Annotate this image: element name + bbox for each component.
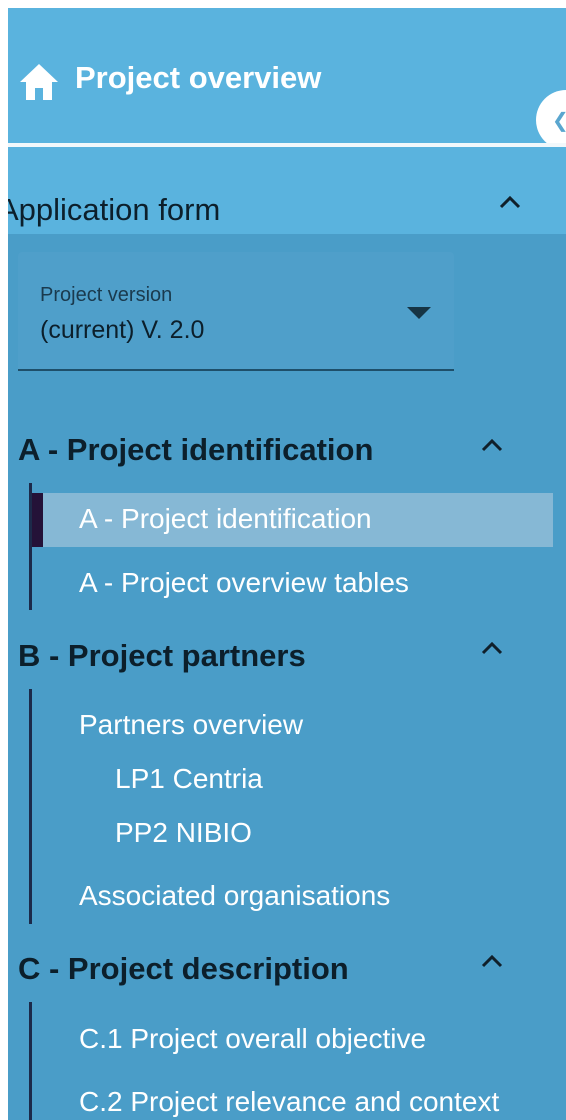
chevron-left-icon: ❮ bbox=[552, 108, 566, 133]
collapse-sidebar-button[interactable]: ❮ bbox=[536, 90, 566, 150]
chevron-up-icon[interactable] bbox=[481, 954, 503, 968]
active-nav-marker bbox=[32, 493, 43, 547]
home-icon bbox=[20, 64, 58, 100]
nav-item-a-project-identification[interactable]: A - Project identification bbox=[79, 503, 372, 535]
group-c-tree-line bbox=[29, 1002, 32, 1120]
nav-item-lp1-centria[interactable]: LP1 Centria bbox=[115, 763, 263, 795]
chevron-up-icon[interactable] bbox=[499, 195, 521, 209]
project-version-select[interactable]: Project version (current) V. 2.0 bbox=[18, 252, 454, 371]
nav-item-pp2-nibio[interactable]: PP2 NIBIO bbox=[115, 817, 252, 849]
project-overview-link[interactable]: Project overview bbox=[75, 60, 321, 96]
nav-item-associated-organisations[interactable]: Associated organisations bbox=[79, 880, 390, 912]
chevron-up-icon[interactable] bbox=[481, 438, 503, 452]
nav-item-partners-overview[interactable]: Partners overview bbox=[79, 709, 303, 741]
nav-item-a-project-overview-tables[interactable]: A - Project overview tables bbox=[79, 567, 409, 599]
application-form-section-header[interactable]: Application form bbox=[8, 147, 566, 234]
group-a-project-identification[interactable]: A - Project identification bbox=[18, 432, 373, 468]
group-b-project-partners[interactable]: B - Project partners bbox=[18, 638, 306, 674]
chevron-up-icon[interactable] bbox=[481, 641, 503, 655]
nav-item-c2-project-relevance-and-context[interactable]: C.2 Project relevance and context bbox=[79, 1086, 499, 1118]
sidebar-header[interactable]: Project overview ❮ bbox=[8, 8, 566, 150]
group-c-project-description[interactable]: C - Project description bbox=[18, 951, 349, 987]
project-sidebar: Project overview ❮ Application form Proj… bbox=[8, 8, 566, 1120]
group-b-tree-line bbox=[29, 689, 32, 924]
project-version-label: Project version bbox=[40, 284, 173, 306]
nav-item-c1-project-overall-objective[interactable]: C.1 Project overall objective bbox=[79, 1023, 426, 1055]
dropdown-arrow-icon bbox=[407, 307, 431, 319]
application-form-title: Application form bbox=[8, 192, 221, 227]
project-version-value: (current) V. 2.0 bbox=[40, 316, 205, 344]
